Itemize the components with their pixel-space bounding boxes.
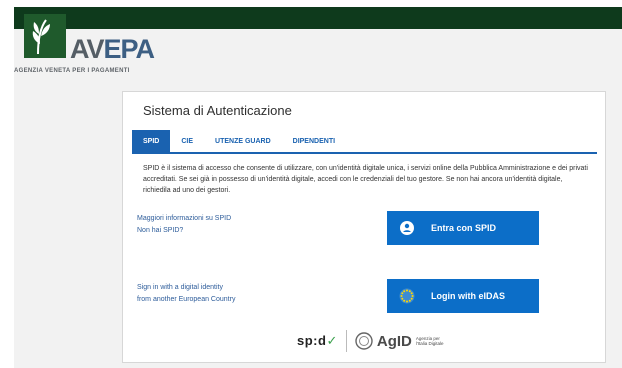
spid-button-label: Entra con SPID bbox=[431, 223, 497, 233]
authentication-panel: Sistema di Autenticazione SPID CIE UTENZ… bbox=[122, 91, 606, 363]
eidas-button-label: Login with eIDAS bbox=[431, 291, 505, 301]
eidas-info-line2: from another European Country bbox=[137, 296, 236, 303]
footer-logos: sp:d✓ AgID Agenzia per l'Italia Digitale bbox=[297, 328, 456, 354]
spid-login-button[interactable]: Entra con SPID bbox=[387, 211, 539, 245]
agid-subtitle: Agenzia per l'Italia Digitale bbox=[415, 336, 444, 346]
checkmark-icon: ✓ bbox=[326, 333, 338, 348]
tab-cie[interactable]: CIE bbox=[170, 130, 204, 152]
no-spid-link[interactable]: Non hai SPID? bbox=[137, 225, 183, 236]
brand-subtitle: AGENZIA VENETA PER I PAGAMENTI bbox=[14, 68, 130, 74]
agid-emblem-icon bbox=[355, 332, 373, 350]
tab-utenze-guard[interactable]: UTENZE GUARD bbox=[204, 130, 282, 152]
eu-stars-icon bbox=[399, 288, 415, 304]
logo-divider bbox=[345, 330, 347, 352]
tab-spid[interactable]: SPID bbox=[132, 130, 171, 152]
tab-dipendenti[interactable]: DIPENDENTI bbox=[282, 130, 346, 152]
panel-title: Sistema di Autenticazione bbox=[143, 103, 292, 118]
spid-description: SPID è il sistema di accesso che consent… bbox=[143, 165, 588, 194]
brand-name: AVEPA bbox=[70, 34, 155, 64]
user-circle-icon bbox=[399, 220, 415, 236]
eidas-info-line1: Sign in with a digital identity bbox=[137, 284, 223, 291]
more-info-spid-link[interactable]: Maggiori informazioni su SPID bbox=[137, 213, 231, 224]
agid-wordmark: AgID bbox=[376, 332, 412, 350]
eidas-login-button[interactable]: Login with eIDAS bbox=[387, 279, 539, 313]
wheat-leaf-icon bbox=[24, 14, 66, 58]
spid-logo: sp:d✓ bbox=[297, 333, 338, 348]
agid-logo: AgID Agenzia per l'Italia Digitale bbox=[355, 332, 456, 350]
avepa-logo[interactable]: AVEPA AGENZIA VENETA PER I PAGAMENTI bbox=[14, 14, 214, 84]
auth-tabs: SPID CIE UTENZE GUARD DIPENDENTI bbox=[132, 130, 597, 154]
